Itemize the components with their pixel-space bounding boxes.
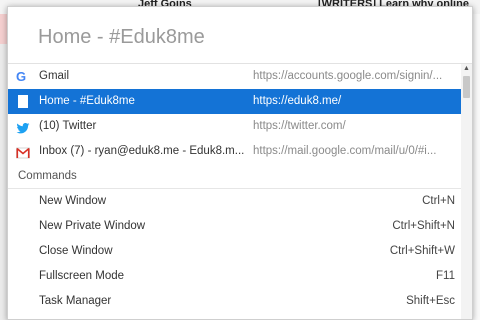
result-title: Inbox (7) - ryan@eduk8.me - Eduk8.m... — [39, 145, 245, 157]
twitter-icon — [16, 120, 30, 134]
result-item-inbox[interactable]: Inbox (7) - ryan@eduk8.me - Eduk8.m... h… — [8, 139, 463, 164]
command-shortcut: Ctrl+Shift+N — [392, 220, 455, 232]
search-input[interactable] — [14, 19, 466, 55]
command-task-manager[interactable]: Task Manager Shift+Esc — [8, 289, 463, 314]
results-scrollbar[interactable]: ▲ — [461, 64, 472, 319]
command-shortcut: Ctrl+Shift+W — [389, 245, 455, 257]
result-url: https://twitter.com/ — [253, 120, 346, 132]
google-icon: G — [16, 69, 27, 84]
results-list: G Gmail https://accounts.google.com/sign… — [8, 64, 463, 314]
result-url: https://eduk8.me/ — [253, 95, 342, 107]
command-label: New Private Window — [39, 220, 146, 232]
scroll-up-icon[interactable]: ▲ — [461, 64, 472, 74]
scrollbar-thumb[interactable] — [463, 76, 470, 98]
result-title: Gmail — [39, 70, 70, 82]
result-url: https://mail.google.com/mail/u/0/#i... — [253, 145, 437, 157]
command-shortcut: Ctrl+N — [422, 195, 455, 207]
command-label: Fullscreen Mode — [39, 270, 125, 282]
command-new-private-window[interactable]: New Private Window Ctrl+Shift+N — [8, 214, 463, 239]
document-icon — [18, 95, 28, 108]
gmail-icon — [16, 145, 30, 159]
result-item-gmail[interactable]: G Gmail https://accounts.google.com/sign… — [8, 64, 463, 89]
command-label: New Window — [39, 195, 107, 207]
command-shortcut: F11 — [436, 270, 455, 282]
result-url: https://accounts.google.com/signin/... — [253, 70, 443, 82]
commands-header: Commands — [8, 164, 463, 189]
search-area — [8, 7, 472, 64]
command-label: Close Window — [39, 245, 113, 257]
result-title: Home - #Eduk8me — [39, 95, 135, 107]
result-title: (10) Twitter — [39, 120, 97, 132]
result-item-home[interactable]: Home - #Eduk8me https://eduk8.me/ — [8, 89, 463, 114]
command-new-window[interactable]: New Window Ctrl+N — [8, 189, 463, 214]
result-item-twitter[interactable]: (10) Twitter https://twitter.com/ — [8, 114, 463, 139]
command-fullscreen-mode[interactable]: Fullscreen Mode F11 — [8, 264, 463, 289]
command-palette: G Gmail https://accounts.google.com/sign… — [7, 6, 473, 320]
command-label: Task Manager — [39, 295, 112, 307]
command-close-window[interactable]: Close Window Ctrl+Shift+W — [8, 239, 463, 264]
command-shortcut: Shift+Esc — [406, 295, 455, 307]
